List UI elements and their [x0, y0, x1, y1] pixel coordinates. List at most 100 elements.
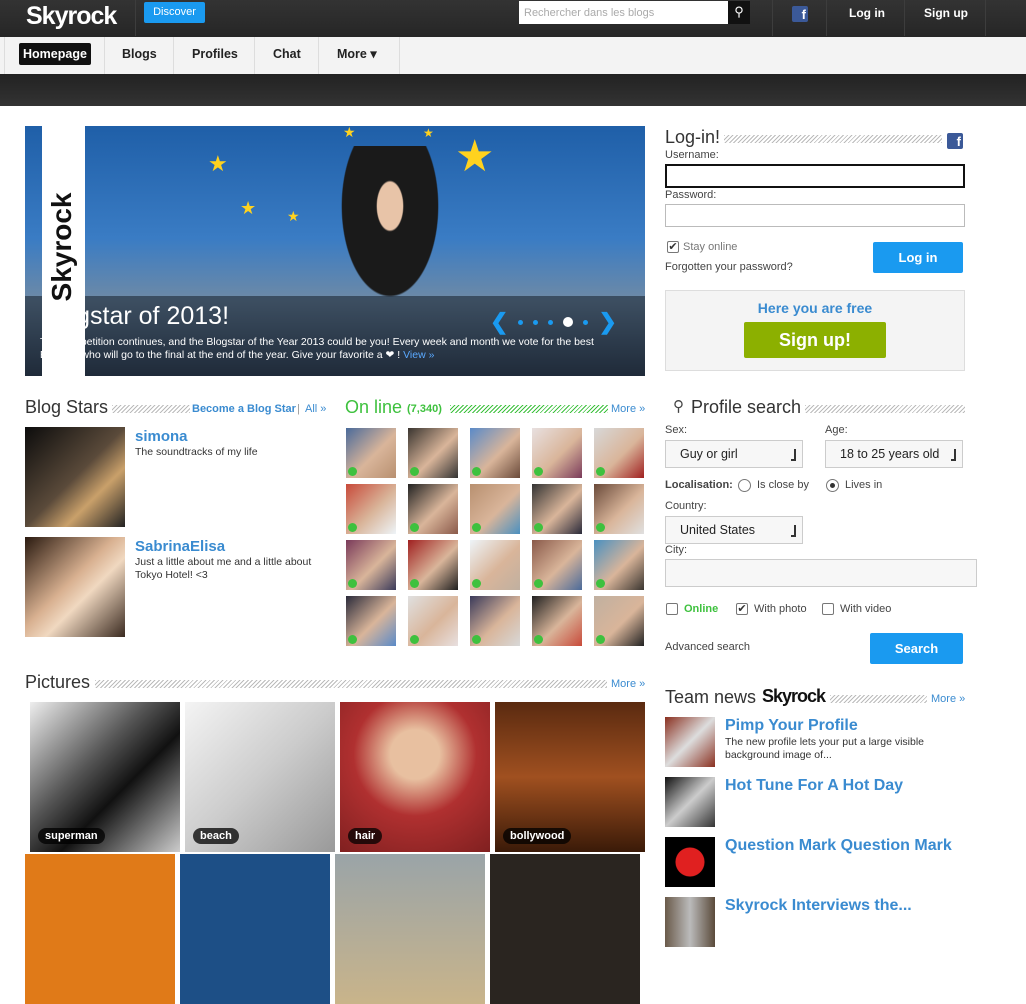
login-link[interactable]: Log in: [849, 0, 885, 26]
age-select[interactable]: 18 to 25 years old: [825, 440, 963, 468]
stay-online-checkbox[interactable]: ✔: [667, 241, 679, 253]
hero-carousel[interactable]: ★ ★ ★ ★ ★ ★ Skyrock Blogstar of 2013! Th…: [25, 126, 645, 376]
divider: [805, 405, 965, 413]
picture-tile[interactable]: [180, 854, 330, 1004]
tab-profiles[interactable]: Profiles: [188, 43, 242, 65]
facebook-icon[interactable]: f: [947, 133, 963, 149]
with-photo-checkbox[interactable]: ✔: [736, 603, 748, 615]
picture-tag[interactable]: superman: [38, 828, 105, 844]
online-status-icon: [348, 579, 357, 588]
blog-search-input[interactable]: [519, 1, 728, 24]
picture-tile[interactable]: superman: [30, 702, 180, 852]
online-status-icon: [410, 467, 419, 476]
online-status-icon: [348, 467, 357, 476]
online-user-thumbnail[interactable]: [408, 540, 458, 590]
advanced-search-link[interactable]: Advanced search: [665, 641, 750, 653]
carousel-dot-active[interactable]: [563, 317, 573, 327]
online-user-thumbnail[interactable]: [470, 484, 520, 534]
picture-tile[interactable]: [25, 854, 175, 1004]
news-thumbnail[interactable]: [665, 717, 715, 767]
picture-tile[interactable]: [490, 854, 640, 1004]
search-icon[interactable]: ⚲: [728, 1, 750, 24]
carousel-dot[interactable]: [518, 320, 523, 325]
picture-tile[interactable]: [335, 854, 485, 1004]
online-user-thumbnail[interactable]: [594, 596, 644, 646]
picture-tag[interactable]: hair: [348, 828, 382, 844]
chevron-left-icon[interactable]: ❮: [490, 309, 508, 335]
blog-star-photo[interactable]: [25, 427, 125, 527]
skyrock-logo[interactable]: Skyrock: [26, 2, 116, 31]
carousel-dot[interactable]: [583, 320, 588, 325]
lives-in-radio[interactable]: [826, 479, 839, 492]
tab-more[interactable]: More ▾: [333, 43, 381, 65]
facebook-icon[interactable]: f: [792, 6, 808, 22]
online-user-thumbnail[interactable]: [470, 428, 520, 478]
online-user-thumbnail[interactable]: [594, 484, 644, 534]
forgot-password-link[interactable]: Forgotten your password?: [665, 261, 793, 273]
carousel-dot[interactable]: [533, 320, 538, 325]
online-user-thumbnail[interactable]: [346, 428, 396, 478]
with-video-checkbox[interactable]: [822, 603, 834, 615]
signup-link[interactable]: Sign up: [924, 0, 968, 26]
online-user-thumbnail[interactable]: [532, 428, 582, 478]
online-user-thumbnail[interactable]: [532, 540, 582, 590]
online-status-icon: [596, 579, 605, 588]
discover-button[interactable]: Discover: [144, 2, 205, 23]
tab-chat[interactable]: Chat: [269, 43, 305, 65]
country-select[interactable]: United States: [665, 516, 803, 544]
news-title[interactable]: Question Mark Question Mark: [725, 837, 952, 855]
online-user-thumbnail[interactable]: [408, 484, 458, 534]
pictures-more-link[interactable]: More »: [611, 678, 645, 690]
online-user-thumbnail[interactable]: [408, 428, 458, 478]
blog-star-desc: The soundtracks of my life: [135, 446, 330, 459]
signup-button[interactable]: Sign up!: [744, 322, 886, 358]
chevron-right-icon[interactable]: ❯: [598, 309, 616, 335]
close-by-radio[interactable]: [738, 479, 751, 492]
online-checkbox[interactable]: [666, 603, 678, 615]
carousel-nav: ❮ ❯: [490, 309, 617, 335]
news-title[interactable]: Skyrock Interviews the...: [725, 897, 912, 915]
sex-select[interactable]: Guy or girl: [665, 440, 803, 468]
username-input[interactable]: [665, 164, 965, 188]
picture-tag[interactable]: bollywood: [503, 828, 571, 844]
login-button[interactable]: Log in: [873, 242, 963, 273]
online-user-thumbnail[interactable]: [594, 428, 644, 478]
online-user-thumbnail[interactable]: [532, 596, 582, 646]
online-user-thumbnail[interactable]: [532, 484, 582, 534]
city-input[interactable]: [665, 559, 977, 587]
blog-star-name[interactable]: simona: [135, 428, 188, 445]
tab-homepage[interactable]: Homepage: [19, 43, 91, 65]
hero-view-link[interactable]: View »: [403, 349, 434, 361]
picture-tile[interactable]: beach: [185, 702, 335, 852]
picture-tile[interactable]: hair: [340, 702, 490, 852]
picture-tile[interactable]: bollywood: [495, 702, 645, 852]
online-more-link[interactable]: More »: [611, 403, 645, 415]
news-thumbnail[interactable]: [665, 777, 715, 827]
become-blog-star-link[interactable]: Become a Blog Star: [192, 403, 296, 415]
news-thumbnail[interactable]: [665, 837, 715, 887]
online-user-thumbnail[interactable]: [346, 596, 396, 646]
online-user-thumbnail[interactable]: [470, 596, 520, 646]
divider: [830, 695, 927, 703]
online-status-icon: [472, 467, 481, 476]
online-user-thumbnail[interactable]: [346, 540, 396, 590]
online-user-thumbnail[interactable]: [408, 596, 458, 646]
online-status-icon: [534, 579, 543, 588]
online-user-thumbnail[interactable]: [470, 540, 520, 590]
news-title[interactable]: Hot Tune For A Hot Day: [725, 777, 903, 795]
divider: [112, 405, 190, 413]
lives-in-label: Lives in: [845, 479, 882, 491]
blog-star-name[interactable]: SabrinaElisa: [135, 538, 225, 555]
news-thumbnail[interactable]: [665, 897, 715, 947]
carousel-dot[interactable]: [548, 320, 553, 325]
search-button[interactable]: Search: [870, 633, 963, 664]
team-news-more-link[interactable]: More »: [931, 693, 965, 705]
password-input[interactable]: [665, 204, 965, 227]
online-user-thumbnail[interactable]: [594, 540, 644, 590]
online-user-thumbnail[interactable]: [346, 484, 396, 534]
blog-star-photo[interactable]: [25, 537, 125, 637]
news-title[interactable]: Pimp Your Profile: [725, 717, 858, 735]
picture-tag[interactable]: beach: [193, 828, 239, 844]
tab-blogs[interactable]: Blogs: [118, 43, 161, 65]
all-blog-stars-link[interactable]: All »: [305, 403, 326, 415]
